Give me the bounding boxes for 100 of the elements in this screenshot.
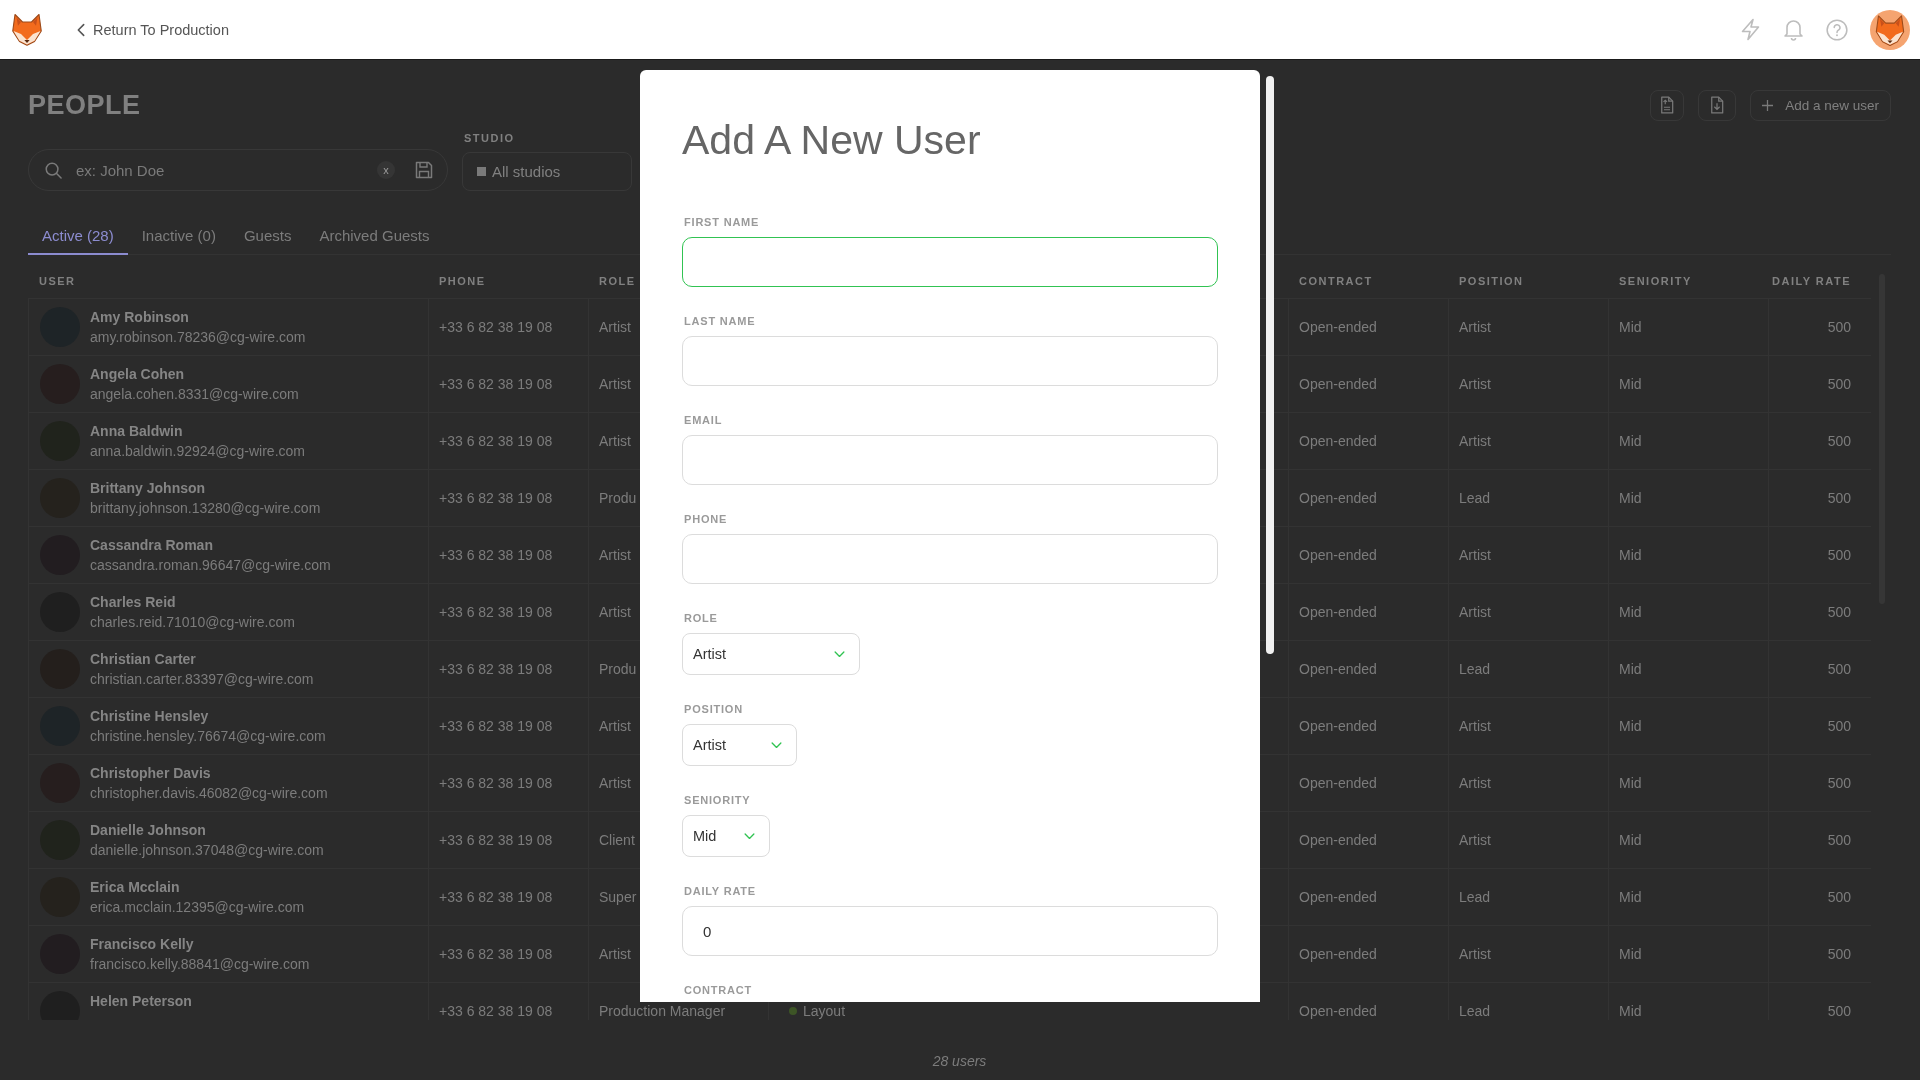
field-label: PHONE [683,512,728,526]
studio-select[interactable]: All studios [462,152,632,191]
clear-button[interactable]: x [377,161,395,179]
role-text: Artist [599,432,631,450]
seniority-text: Mid [1619,546,1642,564]
user-name[interactable]: Helen Peterson [90,991,192,1011]
plus-icon [1762,99,1774,111]
daily-rate-text: 500 [1827,717,1851,735]
column-header[interactable]: POSITION [1459,274,1524,287]
field-label: CONTRACT [683,983,753,997]
position-dropdown[interactable]: Artist [682,724,797,766]
back-link[interactable]: Return To Production [77,21,229,38]
position-text: Artist [1459,774,1491,792]
fox-logo[interactable] [12,13,42,46]
email-field[interactable] [682,435,1218,485]
daily-rate-text: 500 [1827,375,1851,393]
user-name[interactable]: Christopher Davis [90,763,328,783]
phone-text: +33 6 82 38 19 08 [439,1002,553,1020]
seniority-text: Mid [1619,888,1642,906]
add-user-button[interactable]: Add a new user [1750,89,1891,121]
field-label: SENIORITY [683,793,751,807]
column-header[interactable]: PHONE [439,274,486,287]
position-text: Artist [1459,945,1491,963]
phone-text: +33 6 82 38 19 08 [439,831,553,849]
export-button[interactable] [1698,89,1737,121]
search-icon [45,161,62,179]
daily-rate-text: 500 [1827,318,1851,336]
user-email: christopher.davis.46082@cg-wire.com [90,784,328,803]
role-dropdown[interactable]: Artist [682,633,860,675]
user-name[interactable]: Amy Robinson [90,307,306,327]
tab[interactable]: Guests [229,227,306,255]
user-email: francisco.kelly.88841@cg-wire.com [90,955,310,974]
help-icon[interactable] [1826,18,1848,41]
tab[interactable]: Active (28) [28,227,128,255]
bell-icon[interactable] [1783,18,1804,41]
phone-text: +33 6 82 38 19 08 [439,546,553,564]
daily-rate-text: 500 [1827,546,1851,564]
file-arrow-down-icon [1710,96,1725,114]
user-name[interactable]: Charles Reid [90,592,295,612]
seniority-text: Mid [1619,1002,1642,1020]
chevron-down-icon [834,650,845,658]
field-label: LAST NAME [683,314,756,328]
phone-text: +33 6 82 38 19 08 [439,717,553,735]
save-icon[interactable] [415,161,433,179]
column-header[interactable]: CONTRACT [1299,274,1373,287]
phone-field[interactable] [682,534,1218,584]
first-name-field[interactable] [682,237,1218,287]
user-email: christine.hensley.76674@cg-wire.com [90,727,326,746]
seniority-text: Mid [1619,432,1642,450]
user-email: erica.mcclain.12395@cg-wire.com [90,898,305,917]
last-name-field[interactable] [682,336,1218,386]
seniority-text: Mid [1619,318,1642,336]
user-name[interactable]: Christian Carter [90,649,314,669]
phone-text: +33 6 82 38 19 08 [439,945,553,963]
lightning-icon[interactable] [1740,18,1761,41]
daily-rate-text: 500 [1827,489,1851,507]
position-text: Lead [1459,660,1491,678]
import-button[interactable] [1650,89,1685,121]
phone-text: +33 6 82 38 19 08 [439,432,553,450]
column-header[interactable]: SENIORITY [1619,274,1692,287]
daily-rate-field[interactable]: 0 [682,906,1218,956]
user-email: christian.carter.83397@cg-wire.com [90,670,314,689]
user-name[interactable]: Christine Hensley [90,706,326,726]
field-label: DAILY RATE [683,884,756,898]
user-name[interactable]: Danielle Johnson [90,820,324,840]
user-name[interactable]: Francisco Kelly [90,934,310,954]
column-header[interactable]: ROLE [599,274,636,287]
contract-text: Open-ended [1299,831,1377,849]
phone-text: +33 6 82 38 19 08 [439,318,553,336]
daily-rate-text: 500 [1827,660,1851,678]
column-header[interactable]: DAILY RATE [1772,274,1851,287]
column-header[interactable]: USER [39,274,76,287]
role-text: Client [599,831,635,849]
user-name[interactable]: Cassandra Roman [90,535,331,555]
chevron-down-icon [744,832,755,840]
user-email: brittany.johnson.13280@cg-wire.com [90,499,321,518]
user-name[interactable]: Angela Cohen [90,364,299,384]
phone-text: +33 6 82 38 19 08 [439,489,553,507]
daily-rate-text: 500 [1827,774,1851,792]
user-name[interactable]: Anna Baldwin [90,421,305,441]
phone-text: +33 6 82 38 19 08 [439,375,553,393]
tab[interactable]: Inactive (0) [127,227,230,255]
user-name[interactable]: Brittany Johnson [90,478,321,498]
contract-text: Open-ended [1299,774,1377,792]
phone-text: +33 6 82 38 19 08 [439,660,553,678]
position-text: Artist [1459,603,1491,621]
seniority-text: Mid [1619,945,1642,963]
department-text: Layout [803,1002,846,1020]
fox-avatar[interactable] [1870,9,1910,50]
contract-text: Open-ended [1299,945,1377,963]
user-email: danielle.johnson.37048@cg-wire.com [90,841,324,860]
position-text: Artist [1459,717,1491,735]
position-text: Artist [1459,318,1491,336]
user-email: cassandra.roman.96647@cg-wire.com [90,556,331,575]
dialog-scrollbar[interactable] [1266,76,1274,654]
seniority-dropdown[interactable]: Mid [682,815,770,857]
role-text: Production Manager [599,1002,726,1020]
role-text: Artist [599,318,631,336]
user-name[interactable]: Erica Mcclain [90,877,305,897]
tab[interactable]: Archived Guests [305,227,444,255]
